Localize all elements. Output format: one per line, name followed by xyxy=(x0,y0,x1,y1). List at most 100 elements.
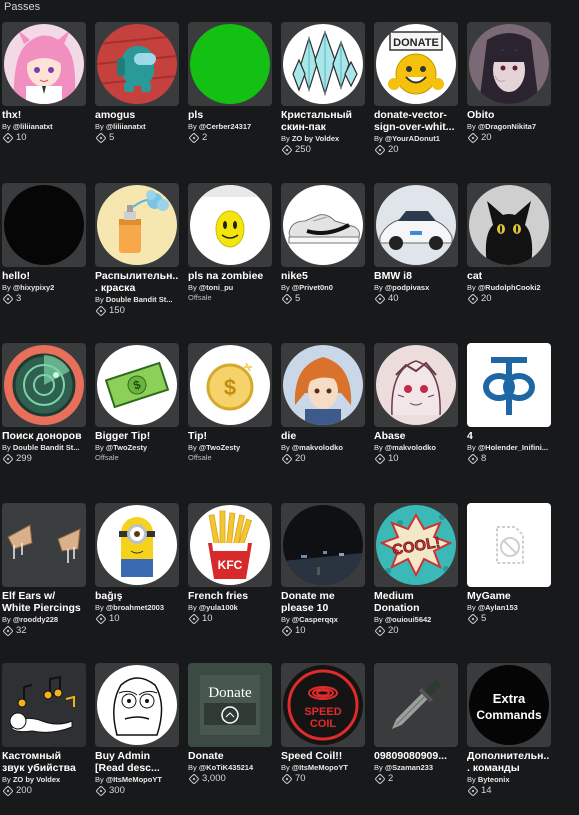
pass-name[interactable]: 4 xyxy=(467,430,553,442)
pass-thumbnail[interactable] xyxy=(2,503,86,587)
pass-card[interactable]: $ Tip! By @TwoZesty Offsale xyxy=(188,343,274,463)
pass-thumbnail[interactable] xyxy=(467,22,551,106)
creator-link[interactable]: @Casperqqx xyxy=(292,615,338,624)
pass-thumbnail[interactable] xyxy=(374,183,458,267)
pass-thumbnail[interactable] xyxy=(374,343,458,427)
pass-thumbnail[interactable]: Donate xyxy=(188,663,272,747)
creator-link[interactable]: Double Bandit St... xyxy=(13,443,80,452)
pass-card[interactable]: amogus By @liliianatxt 5 xyxy=(95,22,181,144)
creator-link[interactable]: @broahmet2003 xyxy=(106,603,164,612)
pass-name[interactable]: cat xyxy=(467,270,553,282)
pass-card[interactable]: pls By @Cerber24317 2 xyxy=(188,22,274,144)
pass-card[interactable]: Donate me please 10 By @Casperqqx 10 xyxy=(281,503,367,637)
pass-card[interactable]: DONATE donate-vector-sign-over-whit... By … xyxy=(374,22,460,156)
creator-link[interactable]: @Cerber24317 xyxy=(199,122,251,131)
pass-card[interactable]: Extra Commands Дополнительн... команды By B… xyxy=(467,663,553,797)
creator-link[interactable]: @makvolodko xyxy=(385,443,436,452)
pass-name[interactable]: French fries xyxy=(188,590,274,602)
pass-card[interactable]: Elf Ears w/ White Piercings By @rooddy228… xyxy=(2,503,88,637)
pass-card[interactable]: KFC French fries By @yula100k 10 xyxy=(188,503,274,625)
pass-card[interactable]: die By @makvolodko 20 xyxy=(281,343,367,465)
creator-link[interactable]: @liliianatxt xyxy=(13,122,53,131)
pass-thumbnail[interactable] xyxy=(2,183,86,267)
pass-name[interactable]: pls xyxy=(188,109,274,121)
creator-link[interactable]: @TwoZesty xyxy=(106,443,147,452)
creator-link[interactable]: @DragonNikita7 xyxy=(478,122,536,131)
pass-card[interactable]: Поиск доноров By Double Bandit St... 299 xyxy=(2,343,88,465)
pass-card[interactable]: thx! By @liliianatxt 10 xyxy=(2,22,88,144)
pass-card[interactable]: 4 By @Holender_Inifini... 8 xyxy=(467,343,553,465)
pass-card[interactable]: Кастомный звук убийства By ZO by Voldex 20… xyxy=(2,663,88,797)
pass-name[interactable]: 09809080909... xyxy=(374,750,460,762)
pass-name[interactable]: donate-vector-sign-over-whit... xyxy=(374,109,460,133)
pass-name[interactable]: Abase xyxy=(374,430,460,442)
pass-name[interactable]: Bigger Tip! xyxy=(95,430,181,442)
pass-name[interactable]: Medium Donation xyxy=(374,590,460,614)
pass-thumbnail[interactable]: DONATE xyxy=(374,22,458,106)
pass-thumbnail[interactable] xyxy=(467,343,551,427)
creator-link[interactable]: @ItsMeMopoYT xyxy=(292,763,348,772)
creator-link[interactable]: @RudolphCooki2 xyxy=(478,283,541,292)
pass-card[interactable]: nike5 By @Privet0n0 5 xyxy=(281,183,367,305)
pass-name[interactable]: bağış xyxy=(95,590,181,602)
creator-link[interactable]: ZO by Voldex xyxy=(13,775,60,784)
creator-link[interactable]: @Holender_Inifini... xyxy=(478,443,548,452)
pass-thumbnail[interactable] xyxy=(2,663,86,747)
pass-name[interactable]: Tip! xyxy=(188,430,274,442)
pass-thumbnail[interactable] xyxy=(281,22,365,106)
pass-thumbnail[interactable]: KFC xyxy=(188,503,272,587)
pass-card[interactable]: bağış By @broahmet2003 10 xyxy=(95,503,181,625)
pass-name[interactable]: Распылительн... краска xyxy=(95,270,181,294)
pass-name[interactable]: nike5 xyxy=(281,270,367,282)
creator-link[interactable]: @Privet0n0 xyxy=(292,283,333,292)
pass-name[interactable]: amogus xyxy=(95,109,181,121)
creator-link[interactable]: Byteonix xyxy=(478,775,510,784)
creator-link[interactable]: @ItsMeMopoYT xyxy=(106,775,162,784)
pass-name[interactable]: Speed Coil!! xyxy=(281,750,367,762)
creator-link[interactable]: @rooddy228 xyxy=(13,615,58,624)
pass-card[interactable]: hello! By @hixypixy2 3 xyxy=(2,183,88,305)
pass-thumbnail[interactable] xyxy=(467,503,551,587)
creator-link[interactable]: @Aylan153 xyxy=(478,603,518,612)
pass-card[interactable]: Obito By @DragonNikita7 20 xyxy=(467,22,553,144)
pass-thumbnail[interactable]: SPEED COIL xyxy=(281,663,365,747)
pass-card[interactable]: Buy Admin [Read desc... By @ItsMeMopoYT 30… xyxy=(95,663,181,797)
pass-name[interactable]: Кристальный скин-пак xyxy=(281,109,367,133)
pass-thumbnail[interactable] xyxy=(95,663,179,747)
creator-link[interactable]: @KoTiK435214 xyxy=(199,763,253,772)
creator-link[interactable]: @liliianatxt xyxy=(106,122,146,131)
pass-thumbnail[interactable] xyxy=(95,22,179,106)
creator-link[interactable]: Double Bandit St... xyxy=(106,295,173,304)
pass-thumbnail[interactable] xyxy=(281,503,365,587)
pass-card[interactable]: 09809080909... By @Szaman233 2 xyxy=(374,663,460,785)
pass-card[interactable]: Abase By @makvolodko 10 xyxy=(374,343,460,465)
pass-thumbnail[interactable]: Extra Commands xyxy=(467,663,551,747)
pass-card[interactable]: MyGame By @Aylan153 5 xyxy=(467,503,553,625)
pass-card[interactable]: SPEED COIL Speed Coil!! By @ItsMeMopoYT 70 xyxy=(281,663,367,785)
creator-link[interactable]: ZO by Voldex xyxy=(292,134,339,143)
pass-name[interactable]: MyGame xyxy=(467,590,553,602)
creator-link[interactable]: @podpivasx xyxy=(385,283,429,292)
creator-link[interactable]: @toni_pu xyxy=(199,283,233,292)
pass-name[interactable]: Elf Ears w/ White Piercings xyxy=(2,590,88,614)
pass-card[interactable]: Кристальный скин-пак By ZO by Voldex 250 xyxy=(281,22,367,156)
creator-link[interactable]: @yula100k xyxy=(199,603,238,612)
pass-name[interactable]: pls na zombiee xyxy=(188,270,274,282)
pass-name[interactable]: Поиск доноров xyxy=(2,430,88,442)
pass-thumbnail[interactable] xyxy=(2,22,86,106)
creator-link[interactable]: @makvolodko xyxy=(292,443,343,452)
pass-name[interactable]: Кастомный звук убийства xyxy=(2,750,88,774)
pass-card[interactable]: $ Bigger Tip! By @TwoZesty Offsale xyxy=(95,343,181,463)
pass-thumbnail[interactable] xyxy=(188,22,272,106)
pass-thumbnail[interactable] xyxy=(95,183,179,267)
pass-card[interactable]: COOL! Medium Donation By @ouioui5642 20 xyxy=(374,503,460,637)
pass-card[interactable]: pls na zombiee By @toni_pu Offsale xyxy=(188,183,274,303)
pass-thumbnail[interactable] xyxy=(374,663,458,747)
pass-thumbnail[interactable] xyxy=(95,503,179,587)
creator-link[interactable]: @Szaman233 xyxy=(385,763,433,772)
creator-link[interactable]: @TwoZesty xyxy=(199,443,240,452)
pass-name[interactable]: thx! xyxy=(2,109,88,121)
pass-name[interactable]: Дополнительн... команды xyxy=(467,750,553,774)
pass-thumbnail[interactable] xyxy=(281,183,365,267)
pass-card[interactable]: Распылительн... краска By Double Bandit S… xyxy=(95,183,181,317)
